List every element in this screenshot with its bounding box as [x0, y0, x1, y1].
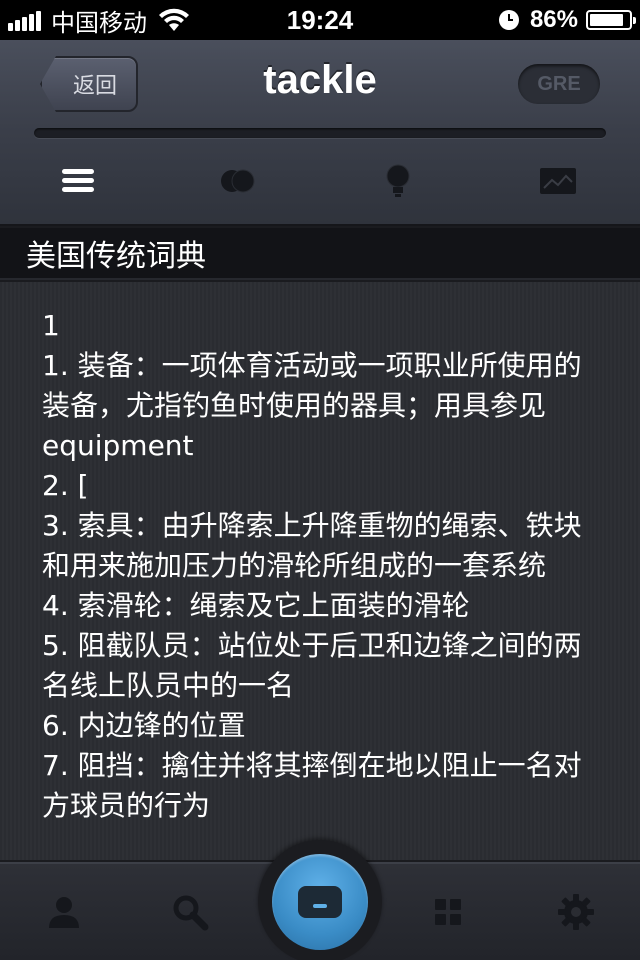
battery-fill: [590, 14, 623, 26]
definition-item: 7. 阻挡：擒住并将其摔倒在地以阻止一名对方球员的行为: [42, 749, 582, 822]
battery-icon: [586, 10, 636, 30]
card-icon: [298, 886, 342, 918]
tab-stats[interactable]: [528, 156, 588, 206]
gre-badge[interactable]: GRE: [518, 64, 600, 104]
signal-icon: [8, 9, 43, 31]
tab-search[interactable]: [170, 892, 210, 932]
center-card-button[interactable]: [272, 854, 368, 950]
status-bar: 中国移动 19:24 86%: [0, 0, 640, 40]
definition-item: 2. [: [42, 469, 89, 502]
definition-item: 6. 内边锋的位置: [42, 709, 246, 742]
carrier-label: 中国移动: [51, 8, 147, 37]
search-icon: [173, 895, 209, 931]
bottom-tab-bar: [0, 840, 640, 960]
chart-icon: [540, 168, 576, 194]
circles-icon: [221, 169, 255, 193]
tab-profile[interactable]: [44, 892, 84, 932]
tab-definitions[interactable]: [48, 156, 108, 206]
clock-icon: [498, 10, 519, 30]
definition-item: 1: [42, 309, 60, 342]
dictionary-section-title: 美国传统词典: [0, 228, 640, 280]
definition-item: 5. 阻截队员：站位处于后卫和边锋之间的两名线上队员中的一名: [42, 629, 582, 702]
progress-track: [34, 128, 606, 138]
definition-item: 3. 索具：由升降索上升降重物的绳索、铁块和用来施加压力的滑轮所组成的一套系统: [42, 509, 582, 582]
definition-item: 4. 索滑轮：绳索及它上面装的滑轮: [42, 589, 470, 622]
tab-settings[interactable]: [556, 892, 596, 932]
gear-icon: [558, 894, 594, 930]
definition-content[interactable]: 1 1. 装备：一项体育活动或一项职业所使用的装备，尤指钓鱼时使用的器具；用具参…: [0, 282, 640, 860]
tab-categories[interactable]: [428, 892, 468, 932]
lightbulb-icon: [386, 164, 410, 197]
status-right: 86%: [498, 0, 636, 40]
battery-percent: 86%: [529, 6, 578, 33]
app-screen: 中国移动 19:24 86% 返回 tackle GRE 美国传统词典 1 1.…: [0, 0, 640, 960]
grid-icon: [435, 899, 461, 925]
tab-tips[interactable]: [368, 156, 428, 206]
person-icon: [49, 897, 79, 928]
status-left: 中国移动: [8, 0, 191, 40]
definition-list: 1 1. 装备：一项体育活动或一项职业所使用的装备，尤指钓鱼时使用的器具；用具参…: [42, 306, 602, 826]
nav-header: 返回 tackle GRE: [0, 40, 640, 226]
list-icon: [62, 169, 94, 192]
definition-item: 1. 装备：一项体育活动或一项职业所使用的装备，尤指钓鱼时使用的器具；用具参见 …: [42, 349, 582, 462]
view-tabs: [0, 156, 640, 206]
tab-compare[interactable]: [208, 156, 268, 206]
wifi-icon: [159, 8, 189, 31]
